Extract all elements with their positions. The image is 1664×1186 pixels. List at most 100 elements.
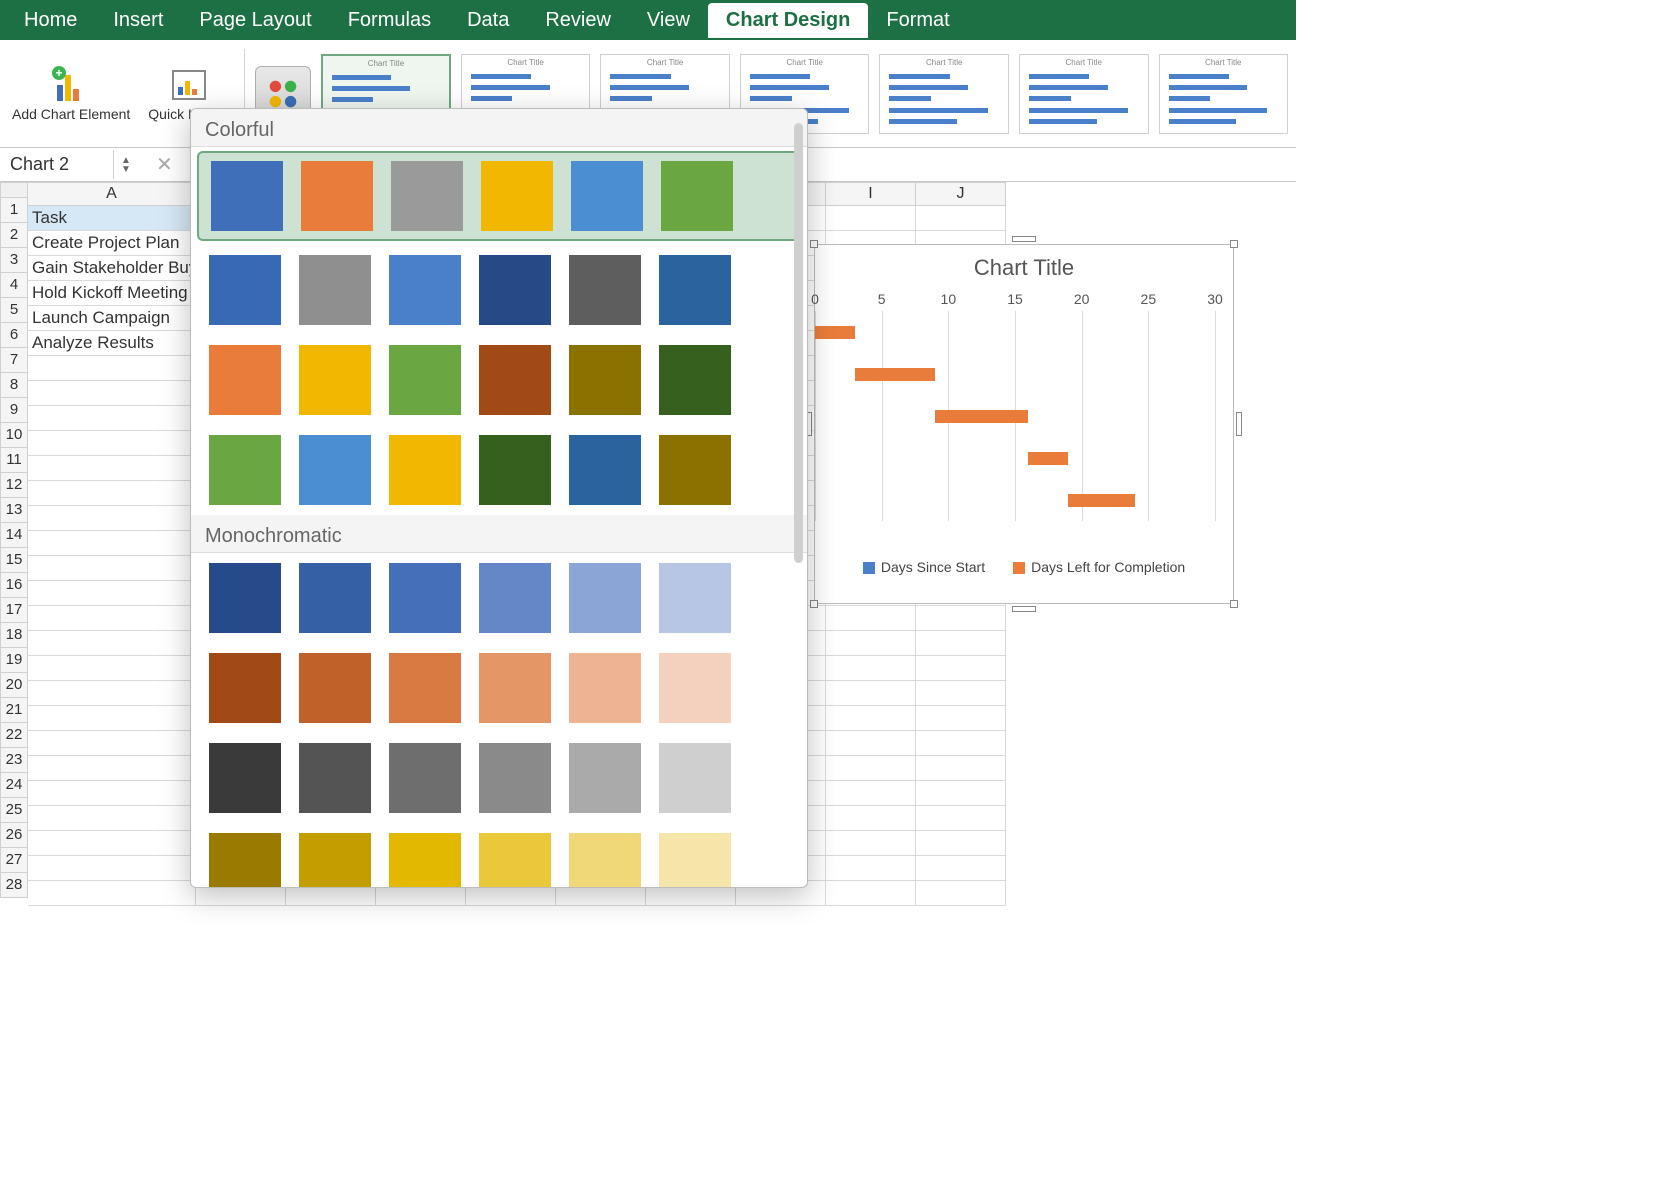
- color-swatch[interactable]: [571, 161, 643, 231]
- color-swatch[interactable]: [479, 345, 551, 415]
- color-swatch[interactable]: [299, 255, 371, 325]
- chart-legend[interactable]: Days Since Start Days Left for Completio…: [815, 531, 1233, 575]
- palette-row[interactable]: [191, 425, 807, 515]
- chart-title[interactable]: Chart Title: [815, 245, 1233, 287]
- color-swatch[interactable]: [479, 833, 551, 888]
- row-header-28[interactable]: 28: [0, 873, 28, 898]
- color-swatch[interactable]: [301, 161, 373, 231]
- color-swatch[interactable]: [389, 255, 461, 325]
- tab-view[interactable]: View: [629, 3, 708, 38]
- row-header-24[interactable]: 24: [0, 773, 28, 798]
- color-swatch[interactable]: [569, 435, 641, 505]
- chart-style-7[interactable]: Chart Title: [1159, 54, 1288, 134]
- row-header-21[interactable]: 21: [0, 698, 28, 723]
- gantt-bar[interactable]: [1028, 452, 1068, 465]
- tab-home[interactable]: Home: [6, 3, 95, 38]
- row-header-27[interactable]: 27: [0, 848, 28, 873]
- gantt-bar[interactable]: [815, 326, 855, 339]
- row-header-15[interactable]: 15: [0, 548, 28, 573]
- color-swatch[interactable]: [569, 653, 641, 723]
- color-swatch[interactable]: [659, 833, 731, 888]
- row-header-4[interactable]: 4: [0, 273, 28, 298]
- col-header-J[interactable]: J: [916, 182, 1006, 206]
- palette-row[interactable]: [191, 553, 807, 643]
- color-swatch[interactable]: [299, 653, 371, 723]
- popup-scrollbar[interactable]: [794, 123, 803, 563]
- color-swatch[interactable]: [389, 345, 461, 415]
- row-header-14[interactable]: 14: [0, 523, 28, 548]
- color-swatch[interactable]: [209, 255, 281, 325]
- palette-row[interactable]: [191, 733, 807, 823]
- tab-review[interactable]: Review: [527, 3, 629, 38]
- color-swatch[interactable]: [479, 255, 551, 325]
- color-swatch[interactable]: [389, 653, 461, 723]
- color-swatch[interactable]: [659, 743, 731, 813]
- color-swatch[interactable]: [661, 161, 733, 231]
- color-swatch[interactable]: [479, 653, 551, 723]
- color-swatch[interactable]: [479, 743, 551, 813]
- palette-row[interactable]: [191, 823, 807, 888]
- row-headers[interactable]: 1234567891011121314151617181920212223242…: [0, 198, 28, 898]
- add-chart-element-button[interactable]: + Add Chart Element: [8, 65, 134, 122]
- row-header-12[interactable]: 12: [0, 473, 28, 498]
- palette-row[interactable]: [197, 151, 801, 241]
- row-header-22[interactable]: 22: [0, 723, 28, 748]
- row-header-20[interactable]: 20: [0, 673, 28, 698]
- tab-page-layout[interactable]: Page Layout: [181, 3, 329, 38]
- color-swatch[interactable]: [659, 653, 731, 723]
- row-header-26[interactable]: 26: [0, 823, 28, 848]
- chart-style-6[interactable]: Chart Title: [1019, 54, 1149, 134]
- row-header-23[interactable]: 23: [0, 748, 28, 773]
- row-header-3[interactable]: 3: [0, 248, 28, 273]
- col-header-I[interactable]: I: [826, 182, 916, 206]
- palette-row[interactable]: [191, 245, 807, 335]
- select-all-corner[interactable]: [0, 182, 28, 198]
- tab-format[interactable]: Format: [868, 3, 967, 38]
- color-swatch[interactable]: [209, 833, 281, 888]
- color-swatch[interactable]: [391, 161, 463, 231]
- color-swatch[interactable]: [211, 161, 283, 231]
- row-header-17[interactable]: 17: [0, 598, 28, 623]
- gantt-bar[interactable]: [855, 368, 935, 381]
- embedded-chart[interactable]: Chart Title 051015202530 Days Since Star…: [814, 244, 1234, 604]
- row-header-1[interactable]: 1: [0, 198, 28, 223]
- color-swatch[interactable]: [299, 435, 371, 505]
- color-swatch[interactable]: [209, 563, 281, 633]
- color-swatch[interactable]: [479, 435, 551, 505]
- name-box[interactable]: Chart 2: [0, 150, 114, 179]
- color-swatch[interactable]: [659, 435, 731, 505]
- gantt-bar[interactable]: [935, 410, 1028, 423]
- row-header-19[interactable]: 19: [0, 648, 28, 673]
- color-swatch[interactable]: [659, 563, 731, 633]
- color-swatch[interactable]: [299, 833, 371, 888]
- tab-chart-design[interactable]: Chart Design: [708, 3, 868, 38]
- color-swatch[interactable]: [569, 743, 641, 813]
- chart-style-5[interactable]: Chart Title: [879, 54, 1009, 134]
- row-header-7[interactable]: 7: [0, 348, 28, 373]
- color-swatch[interactable]: [389, 833, 461, 888]
- chart-plot-area[interactable]: 051015202530: [815, 291, 1213, 531]
- color-swatch[interactable]: [299, 563, 371, 633]
- cancel-icon[interactable]: ✕: [138, 152, 191, 177]
- color-swatch[interactable]: [569, 255, 641, 325]
- color-swatch[interactable]: [569, 833, 641, 888]
- color-swatch[interactable]: [659, 345, 731, 415]
- row-header-5[interactable]: 5: [0, 298, 28, 323]
- color-swatch[interactable]: [481, 161, 553, 231]
- row-header-16[interactable]: 16: [0, 573, 28, 598]
- col-header-A[interactable]: A: [28, 182, 196, 206]
- row-header-11[interactable]: 11: [0, 448, 28, 473]
- color-swatch[interactable]: [209, 743, 281, 813]
- row-header-18[interactable]: 18: [0, 623, 28, 648]
- color-swatch[interactable]: [389, 743, 461, 813]
- tab-insert[interactable]: Insert: [95, 3, 181, 38]
- color-swatch[interactable]: [299, 345, 371, 415]
- color-swatch[interactable]: [209, 435, 281, 505]
- row-header-8[interactable]: 8: [0, 373, 28, 398]
- color-swatch[interactable]: [659, 255, 731, 325]
- color-swatch[interactable]: [209, 653, 281, 723]
- row-header-25[interactable]: 25: [0, 798, 28, 823]
- row-header-6[interactable]: 6: [0, 323, 28, 348]
- gantt-bar[interactable]: [1068, 494, 1135, 507]
- color-swatch[interactable]: [209, 345, 281, 415]
